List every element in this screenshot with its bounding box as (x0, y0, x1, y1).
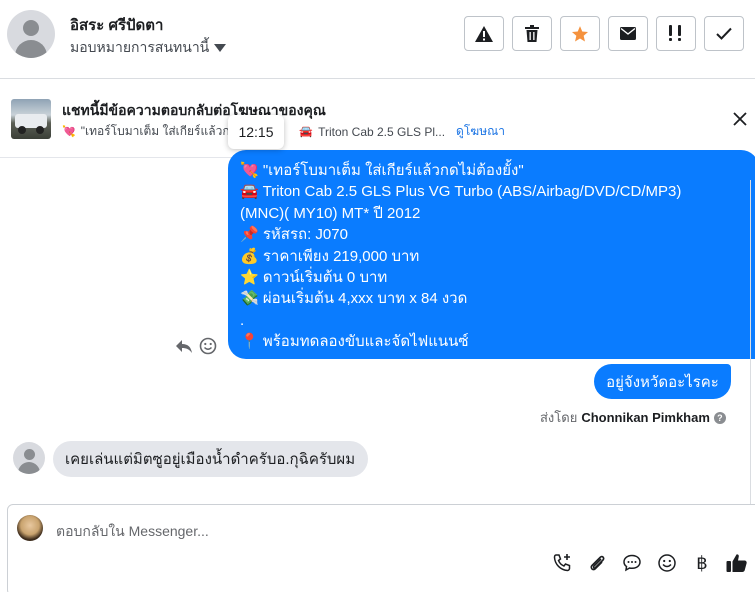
reply-icon[interactable] (175, 337, 193, 355)
sender-avatar[interactable] (13, 442, 45, 474)
outgoing-ad-message[interactable]: 💘 "เทอร์โบมาเต็ม ใส่เกียร์แล้วกดไม่ต้องย… (228, 150, 755, 359)
car-icon: 🚘 (299, 126, 314, 138)
follow-up-icon (669, 25, 681, 41)
thumbs-up-icon (726, 554, 747, 572)
star-icon (571, 25, 589, 41)
sender-name: Chonnikan Pimkham (581, 410, 710, 425)
page-avatar (17, 515, 43, 541)
mark-spam-button[interactable] (464, 16, 504, 51)
message-line: ⭐ ดาวน์เริ่มต้น 0 บาท (240, 269, 388, 287)
scrollbar-track[interactable] (750, 180, 755, 510)
call-add-button[interactable] (551, 552, 573, 574)
warning-icon (475, 25, 493, 42)
ad-snippet-model: Triton Cab 2.5 GLS Pl... (318, 124, 446, 139)
view-ad-link[interactable]: ดูโฆษณา (456, 122, 505, 141)
ad-thumbnail[interactable] (11, 99, 51, 139)
star-button[interactable] (560, 16, 600, 51)
follow-up-button[interactable] (656, 16, 696, 51)
message-line: 📍 พร้อมทดลองขับและจัดไฟแนนซ์ (240, 333, 469, 351)
baht-icon: ฿ (696, 552, 708, 573)
timestamp-tooltip: 12:15 (228, 115, 284, 149)
heart-icon: 💘 (62, 126, 76, 138)
message-line: 💸 ผ่อนเริ่มต้น 4,xxx บาท x 84 งวด (240, 290, 468, 308)
reply-input[interactable]: ตอบกลับใน Messenger... (56, 521, 209, 543)
call-add-icon (553, 554, 571, 572)
saved-reply-icon (623, 554, 641, 572)
ad-snippet-text: "เทอร์โบมาเต็ม ใส่เกียร์แล้วกด (80, 124, 238, 138)
reply-composer: ตอบกลับใน Messenger... ฿ (7, 504, 755, 592)
incoming-message[interactable]: เคยเล่นแต่มิตซูอยู่เมืองน้ำดำครับอ.กุฉิค… (53, 441, 368, 477)
sent-by-label: ส่งโดย Chonnikan Pimkham ? (540, 407, 726, 428)
saved-reply-button[interactable] (621, 552, 643, 574)
caret-down-icon (214, 44, 227, 52)
close-icon[interactable] (730, 109, 750, 129)
check-icon (716, 27, 732, 40)
message-line: 📌 รหัสรถ: J070 (240, 226, 348, 244)
delete-button[interactable] (512, 16, 552, 51)
attach-icon (590, 555, 605, 571)
help-icon[interactable]: ? (713, 411, 726, 424)
message-line: 💰 ราคาเพียง 219,000 บาท (240, 247, 420, 265)
assign-conversation-dropdown[interactable]: มอบหมายการสนทนานี้ (70, 37, 227, 59)
mark-done-button[interactable] (704, 16, 744, 51)
message-line: 🚘 Triton Cab 2.5 GLS Plus VG Turbo (ABS/… (240, 183, 682, 201)
ad-banner-title: แชทนี้มีข้อความตอบกลับต่อโฆษณาของคุณ (62, 102, 326, 118)
mark-unread-button[interactable] (608, 16, 648, 51)
message-line: . (240, 311, 245, 329)
conversation-panel: อิสระ ศรีปัดตา มอบหมายการสนทนานี้ แชทนี้… (0, 0, 755, 592)
emoji-button[interactable] (656, 552, 678, 574)
ad-reply-banner: แชทนี้มีข้อความตอบกลับต่อโฆษณาของคุณ 💘 "… (0, 79, 755, 158)
trash-icon (525, 25, 539, 42)
message-line: 💘 "เทอร์โบมาเต็ม ใส่เกียร์แล้วกดไม่ต้องย… (240, 162, 524, 179)
mail-icon (620, 27, 636, 40)
message-line: (MNC)( MY10) MT* ปี 2012 (240, 204, 421, 222)
payment-button[interactable]: ฿ (691, 552, 713, 574)
assign-label: มอบหมายการสนทนานี้ (70, 39, 210, 55)
composer-toolbar: ฿ (551, 552, 748, 574)
emoji-icon (658, 554, 676, 572)
conversation-header: อิสระ ศรีปัดตา มอบหมายการสนทนานี้ (0, 0, 755, 79)
contact-avatar[interactable] (7, 10, 55, 58)
thumbs-up-button[interactable] (726, 552, 748, 574)
contact-name[interactable]: อิสระ ศรีปัดตา (70, 13, 163, 37)
attach-button[interactable] (586, 552, 608, 574)
outgoing-message[interactable]: อยู่จังหวัดอะไรคะ (594, 364, 731, 399)
header-actions (464, 16, 744, 51)
emoji-reaction-icon[interactable] (199, 337, 217, 355)
